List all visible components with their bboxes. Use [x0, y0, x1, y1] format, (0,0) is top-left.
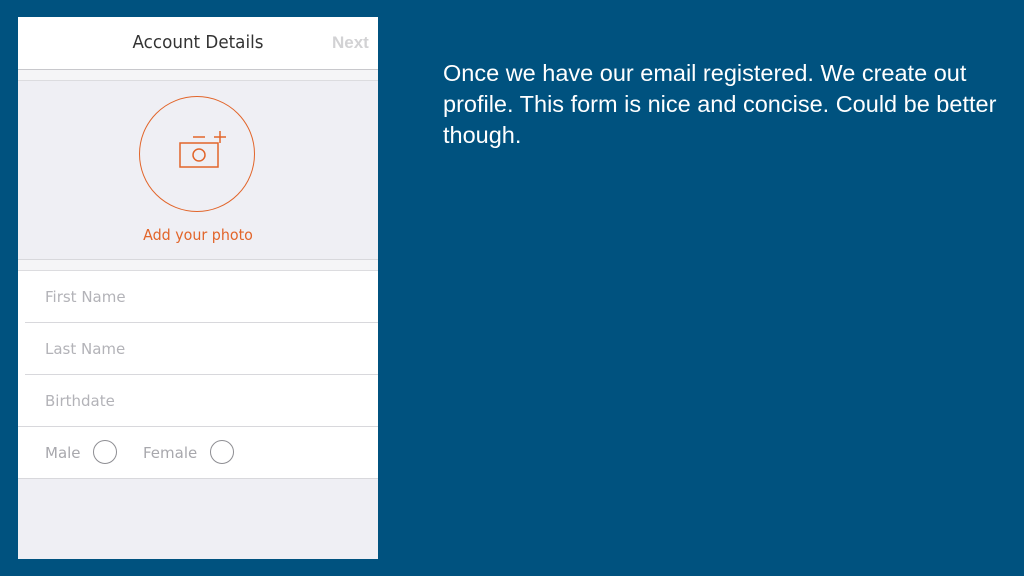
profile-form: Male Female: [18, 271, 378, 479]
male-radio[interactable]: [93, 440, 117, 464]
female-label: Female: [143, 444, 198, 462]
male-label: Male: [45, 444, 81, 462]
first-name-row: [25, 271, 378, 323]
phone-screen: Account Details Next Add your photo Firs…: [18, 17, 378, 559]
birthdate-row-wrapper: [18, 375, 378, 427]
slide-background: Account Details Next Add your photo Firs…: [0, 0, 1024, 576]
birthdate-field[interactable]: [45, 375, 365, 426]
birthdate-row: [25, 375, 378, 427]
add-photo-label[interactable]: Add your photo: [27, 226, 369, 244]
add-photo-button[interactable]: [139, 96, 255, 212]
next-button[interactable]: Next: [332, 33, 369, 53]
page-title: Account Details: [132, 32, 264, 53]
camera-add-icon: [179, 131, 226, 168]
section-divider: [18, 70, 378, 81]
navigation-bar: Account Details Next: [18, 17, 378, 70]
female-radio[interactable]: [210, 440, 234, 464]
section-divider: [18, 260, 378, 271]
first-name-field[interactable]: [45, 271, 365, 322]
photo-section: Add your photo: [18, 81, 378, 260]
slide-caption: Once we have our email registered. We cr…: [443, 60, 997, 148]
gender-row: Male Female: [18, 427, 378, 479]
last-name-row: [25, 323, 378, 375]
last-name-field[interactable]: [45, 323, 365, 374]
